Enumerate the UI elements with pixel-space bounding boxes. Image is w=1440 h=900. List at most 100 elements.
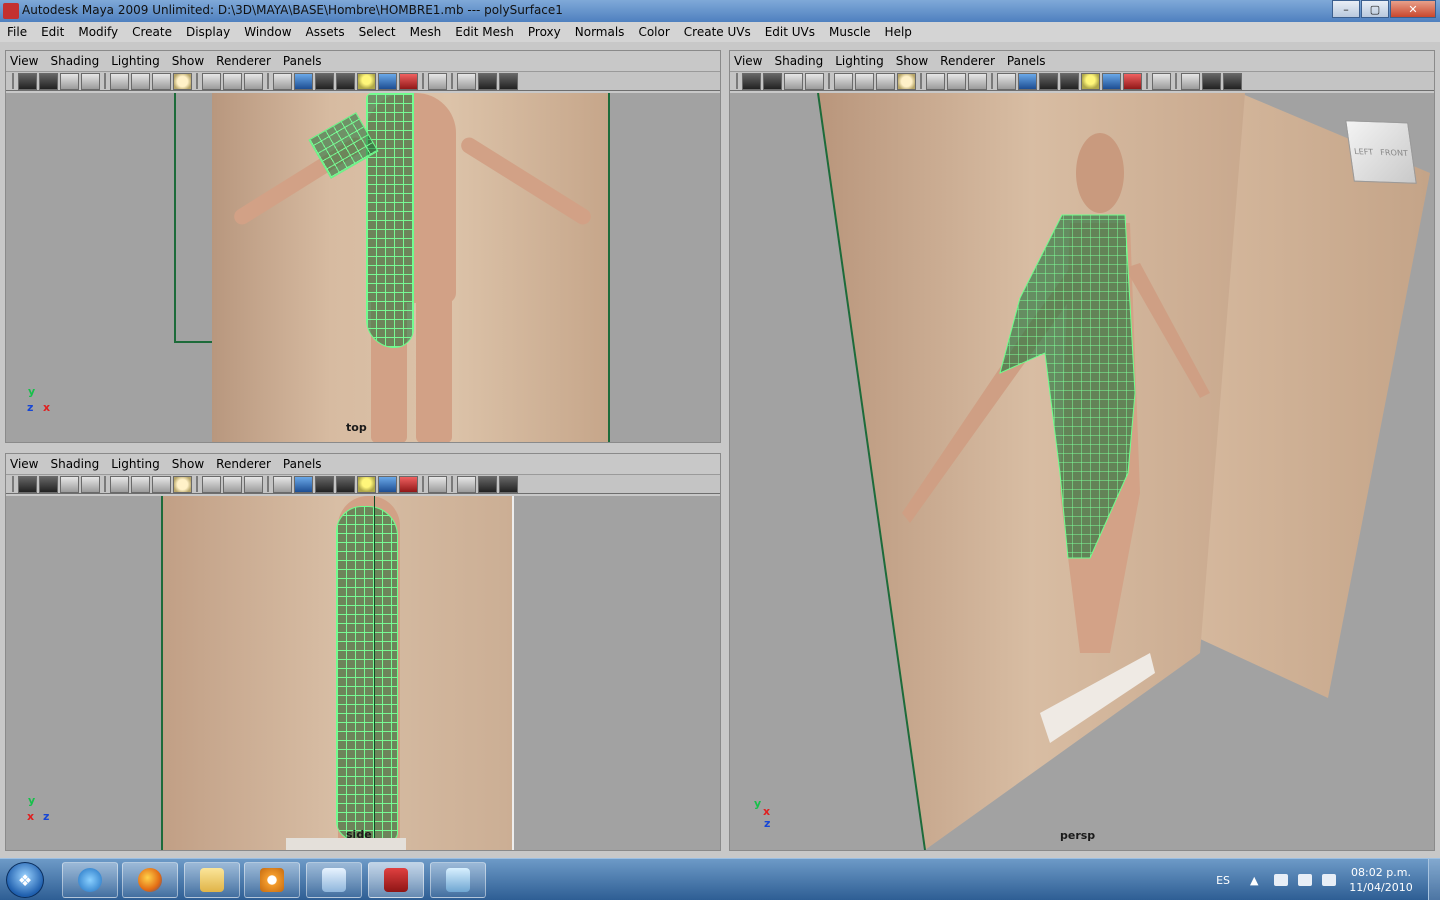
- grid-display-icon[interactable]: [478, 72, 497, 90]
- textured-icon[interactable]: [378, 475, 397, 493]
- taskbar-app[interactable]: [306, 862, 362, 898]
- show-hidden-icons-icon[interactable]: ▲: [1250, 874, 1264, 887]
- textured-icon[interactable]: [1102, 72, 1121, 90]
- field-chart-icon[interactable]: [926, 72, 945, 90]
- field-chart-icon[interactable]: [202, 72, 221, 90]
- menu-edit-mesh[interactable]: Edit Mesh: [455, 25, 514, 39]
- panel-menu-view[interactable]: View: [734, 54, 762, 68]
- taskbar-firefox[interactable]: [122, 862, 178, 898]
- panel-menu-renderer[interactable]: Renderer: [940, 54, 995, 68]
- wireframe-icon[interactable]: [997, 72, 1016, 90]
- bookmark-icon[interactable]: [784, 72, 803, 90]
- taskbar-internet-explorer[interactable]: [62, 862, 118, 898]
- panel-menu-shading[interactable]: Shading: [774, 54, 823, 68]
- film-gate-icon[interactable]: [131, 475, 150, 493]
- camera-icon[interactable]: [742, 72, 761, 90]
- menu-assets[interactable]: Assets: [306, 25, 345, 39]
- xray-icon[interactable]: [336, 72, 355, 90]
- menu-create-uvs[interactable]: Create UVs: [684, 25, 751, 39]
- taskbar-explorer[interactable]: [184, 862, 240, 898]
- top-viewport[interactable]: y z x top: [6, 93, 720, 442]
- volume-icon[interactable]: [1274, 874, 1288, 886]
- light-bulb-icon[interactable]: [357, 72, 376, 90]
- camera-attributes-icon[interactable]: [763, 72, 782, 90]
- render-view-icon[interactable]: [499, 72, 518, 90]
- menu-modify[interactable]: Modify: [78, 25, 118, 39]
- grid-icon[interactable]: [110, 475, 129, 493]
- grid-icon[interactable]: [834, 72, 853, 90]
- menu-muscle[interactable]: Muscle: [829, 25, 871, 39]
- safe-action-icon[interactable]: [223, 475, 242, 493]
- panel-menu-view[interactable]: View: [10, 457, 38, 471]
- taskbar-maya[interactable]: [368, 862, 424, 898]
- panel-menu-panels[interactable]: Panels: [283, 54, 322, 68]
- wireframe-icon[interactable]: [273, 475, 292, 493]
- film-gate-icon[interactable]: [131, 72, 150, 90]
- menu-edit[interactable]: Edit: [41, 25, 64, 39]
- panel-menu-shading[interactable]: Shading: [50, 54, 99, 68]
- close-button[interactable]: ✕: [1390, 0, 1436, 18]
- viewcube-front[interactable]: FRONT: [1380, 148, 1409, 158]
- textured-icon[interactable]: [378, 72, 397, 90]
- panel-menu-lighting[interactable]: Lighting: [111, 457, 160, 471]
- menu-display[interactable]: Display: [186, 25, 230, 39]
- panel-menu-panels[interactable]: Panels: [283, 457, 322, 471]
- clock[interactable]: 08:02 p.m. 11/04/2010: [1346, 865, 1416, 895]
- gate-mask-icon[interactable]: [897, 72, 916, 90]
- action-center-icon[interactable]: [1322, 874, 1336, 886]
- panel-menu-renderer[interactable]: Renderer: [216, 457, 271, 471]
- xray-icon[interactable]: [1060, 72, 1079, 90]
- wireframe-on-shaded-icon[interactable]: [1039, 72, 1058, 90]
- isolate-select-icon[interactable]: [1152, 72, 1171, 90]
- network-icon[interactable]: [1298, 874, 1312, 886]
- xray-icon[interactable]: [336, 475, 355, 493]
- smooth-shade-icon[interactable]: [1018, 72, 1037, 90]
- panel-menu-show[interactable]: Show: [172, 457, 204, 471]
- language-indicator[interactable]: ES: [1216, 874, 1230, 887]
- light-bulb-icon[interactable]: [357, 475, 376, 493]
- gate-mask-icon[interactable]: [173, 475, 192, 493]
- panel-menu-lighting[interactable]: Lighting: [111, 54, 160, 68]
- minimize-button[interactable]: –: [1332, 0, 1360, 18]
- menu-color[interactable]: Color: [638, 25, 669, 39]
- camera-icon[interactable]: [18, 475, 37, 493]
- shadows-icon[interactable]: [1123, 72, 1142, 90]
- grid-display-icon[interactable]: [478, 475, 497, 493]
- menu-file[interactable]: File: [7, 25, 27, 39]
- gate-mask-icon[interactable]: [173, 72, 192, 90]
- side-viewport[interactable]: y x z side: [6, 496, 720, 850]
- safe-title-icon[interactable]: [244, 72, 263, 90]
- safe-title-icon[interactable]: [244, 475, 263, 493]
- render-view-icon[interactable]: [499, 475, 518, 493]
- viewcube-left[interactable]: LEFT: [1353, 147, 1373, 157]
- panel-menu-view[interactable]: View: [10, 54, 38, 68]
- menu-mesh[interactable]: Mesh: [410, 25, 442, 39]
- viewcube[interactable]: LEFT FRONT: [1345, 120, 1417, 184]
- hud-icon[interactable]: [457, 72, 476, 90]
- shadows-icon[interactable]: [399, 72, 418, 90]
- panel-menu-shading[interactable]: Shading: [50, 457, 99, 471]
- grid-display-icon[interactable]: [1202, 72, 1221, 90]
- wireframe-on-shaded-icon[interactable]: [315, 475, 334, 493]
- menu-create[interactable]: Create: [132, 25, 172, 39]
- bookmark-icon[interactable]: [60, 72, 79, 90]
- panel-menu-renderer[interactable]: Renderer: [216, 54, 271, 68]
- persp-viewport[interactable]: LEFT FRONT y x z persp: [730, 93, 1434, 850]
- image-plane-icon[interactable]: [81, 72, 100, 90]
- smooth-shade-icon[interactable]: [294, 72, 313, 90]
- camera-attributes-icon[interactable]: [39, 475, 58, 493]
- menu-normals[interactable]: Normals: [575, 25, 625, 39]
- resolution-gate-icon[interactable]: [876, 72, 895, 90]
- safe-action-icon[interactable]: [223, 72, 242, 90]
- wireframe-icon[interactable]: [273, 72, 292, 90]
- panel-menu-show[interactable]: Show: [896, 54, 928, 68]
- menu-edit-uvs[interactable]: Edit UVs: [765, 25, 815, 39]
- smooth-shade-icon[interactable]: [294, 475, 313, 493]
- maya-app-icon[interactable]: [3, 3, 19, 19]
- image-plane-icon[interactable]: [81, 475, 100, 493]
- taskbar-app2[interactable]: [430, 862, 486, 898]
- start-button[interactable]: ❖: [6, 862, 44, 898]
- taskbar-media-player[interactable]: [244, 862, 300, 898]
- film-gate-icon[interactable]: [855, 72, 874, 90]
- show-desktop-button[interactable]: [1428, 859, 1440, 900]
